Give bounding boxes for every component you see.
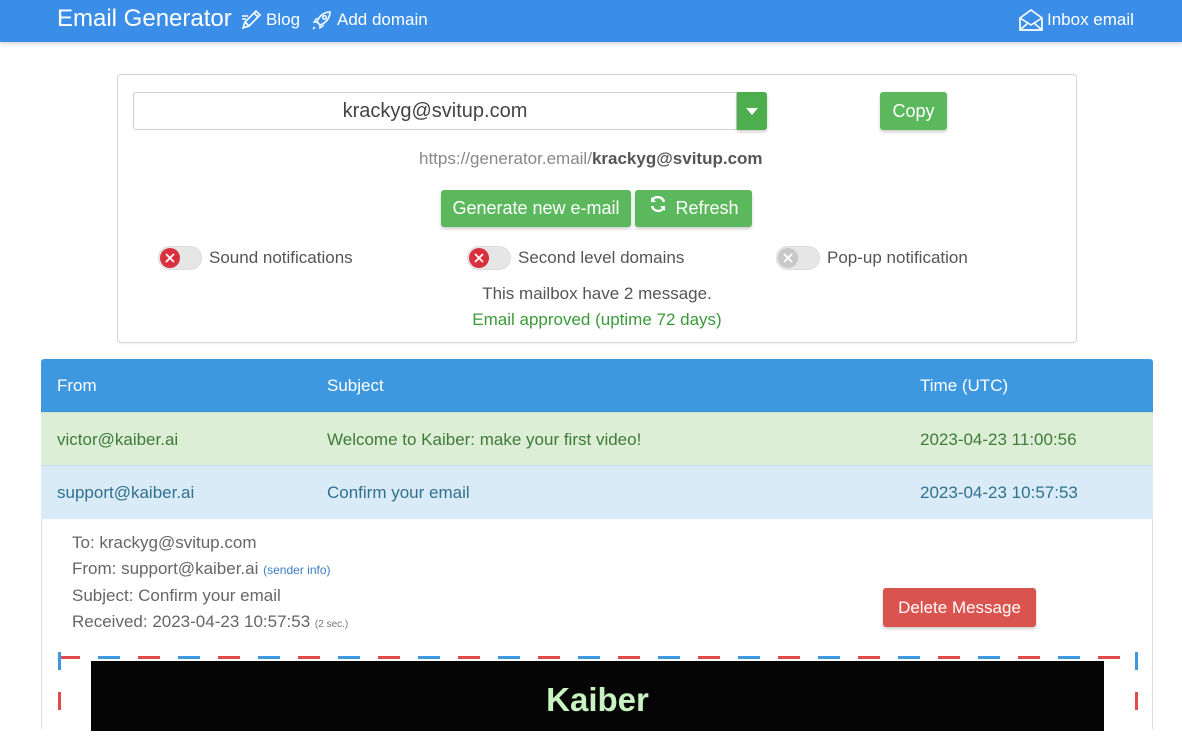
mailbox-count-text: This mailbox have 2 message. <box>482 284 712 303</box>
nav-add-domain-label: Add domain <box>337 10 428 29</box>
nav-inbox-label: Inbox email <box>1047 10 1134 29</box>
message-from: From: support@kaiber.ai (sender info) <box>72 559 331 579</box>
header-time: Time (UTC) <box>920 376 1009 395</box>
sender-info-link[interactable]: (sender info) <box>263 563 330 577</box>
message-from-text: From: support@kaiber.ai <box>72 559 259 578</box>
second-level-domains-label: Second level domains <box>518 248 685 267</box>
nav-inbox-link[interactable]: Inbox email <box>1018 8 1134 32</box>
row-subject: Confirm your email <box>327 483 470 502</box>
refresh-button[interactable]: Refresh <box>635 190 752 227</box>
second-level-domains-toggle[interactable]: Second level domains <box>467 245 684 271</box>
copy-button[interactable]: Copy <box>880 92 947 130</box>
kaiber-logo: Kaiber <box>546 681 649 718</box>
received-note: (2 sec.) <box>314 619 349 630</box>
row-from: victor@kaiber.ai <box>57 430 179 449</box>
row-time: 2023-04-23 10:57:53 <box>920 483 1078 502</box>
envelope-border-right <box>1135 652 1138 722</box>
message-to: To: krackyg@svitup.com <box>72 533 257 552</box>
message-received-text: Received: 2023-04-23 10:57:53 <box>72 612 311 631</box>
refresh-icon <box>648 190 668 227</box>
url-email: krackyg@svitup.com <box>591 149 763 168</box>
envelope-open-icon <box>1018 8 1044 32</box>
popup-notification-toggle[interactable]: Pop-up notification <box>776 245 968 271</box>
brand-link[interactable]: Email Generator <box>57 5 232 33</box>
top-navbar: Email Generator Blog Add domain Inbox em… <box>0 0 1182 42</box>
messages-table: From Subject Time (UTC) victor@kaiber.ai… <box>41 359 1153 519</box>
nav-blog-label: Blog <box>266 10 301 29</box>
table-row[interactable]: support@kaiber.ai Confirm your email 202… <box>41 465 1153 519</box>
row-time: 2023-04-23 11:00:56 <box>920 430 1077 449</box>
nav-blog-link[interactable]: Blog <box>239 8 300 32</box>
x-icon <box>469 248 489 268</box>
sound-notifications-toggle[interactable]: Sound notifications <box>158 245 353 271</box>
sound-switch[interactable] <box>158 246 202 270</box>
popup-notification-label: Pop-up notification <box>827 248 968 267</box>
message-received: Received: 2023-04-23 10:57:53 (2 sec.) <box>72 612 348 632</box>
generator-panel: krackyg@svitup.com Copy https://generato… <box>117 74 1077 343</box>
pencil-icon <box>239 8 263 32</box>
caret-down-icon <box>746 108 758 115</box>
delete-message-button[interactable]: Delete Message <box>883 588 1036 627</box>
rocket-icon <box>310 8 334 32</box>
x-icon <box>778 248 798 268</box>
header-from: From <box>57 376 97 395</box>
refresh-label: Refresh <box>675 198 739 218</box>
generate-new-email-button[interactable]: Generate new e-mail <box>441 190 631 227</box>
email-banner: Kaiber <box>91 661 1104 731</box>
sound-notifications-label: Sound notifications <box>209 248 353 267</box>
message-detail: To: krackyg@svitup.com From: support@kai… <box>41 519 1153 742</box>
row-subject: Welcome to Kaiber: make your first video… <box>327 430 642 449</box>
table-row[interactable]: victor@kaiber.ai Welcome to Kaiber: make… <box>41 412 1153 465</box>
second-level-switch[interactable] <box>467 246 511 270</box>
url-prefix: https://generator.email/ <box>419 149 592 168</box>
message-subject: Subject: Confirm your email <box>72 586 281 605</box>
nav-add-domain-link[interactable]: Add domain <box>310 8 428 32</box>
table-header: From Subject Time (UTC) <box>41 359 1153 412</box>
email-url: https://generator.email/krackyg@svitup.c… <box>419 149 819 169</box>
header-subject: Subject <box>327 376 384 395</box>
row-from: support@kaiber.ai <box>57 483 195 502</box>
domain-dropdown-button[interactable] <box>737 92 767 130</box>
x-icon <box>160 248 180 268</box>
email-address-field[interactable]: krackyg@svitup.com <box>133 92 737 130</box>
envelope-border-left <box>58 652 61 722</box>
email-approved-text: Email approved (uptime 72 days) <box>472 310 722 329</box>
popup-switch[interactable] <box>776 246 820 270</box>
